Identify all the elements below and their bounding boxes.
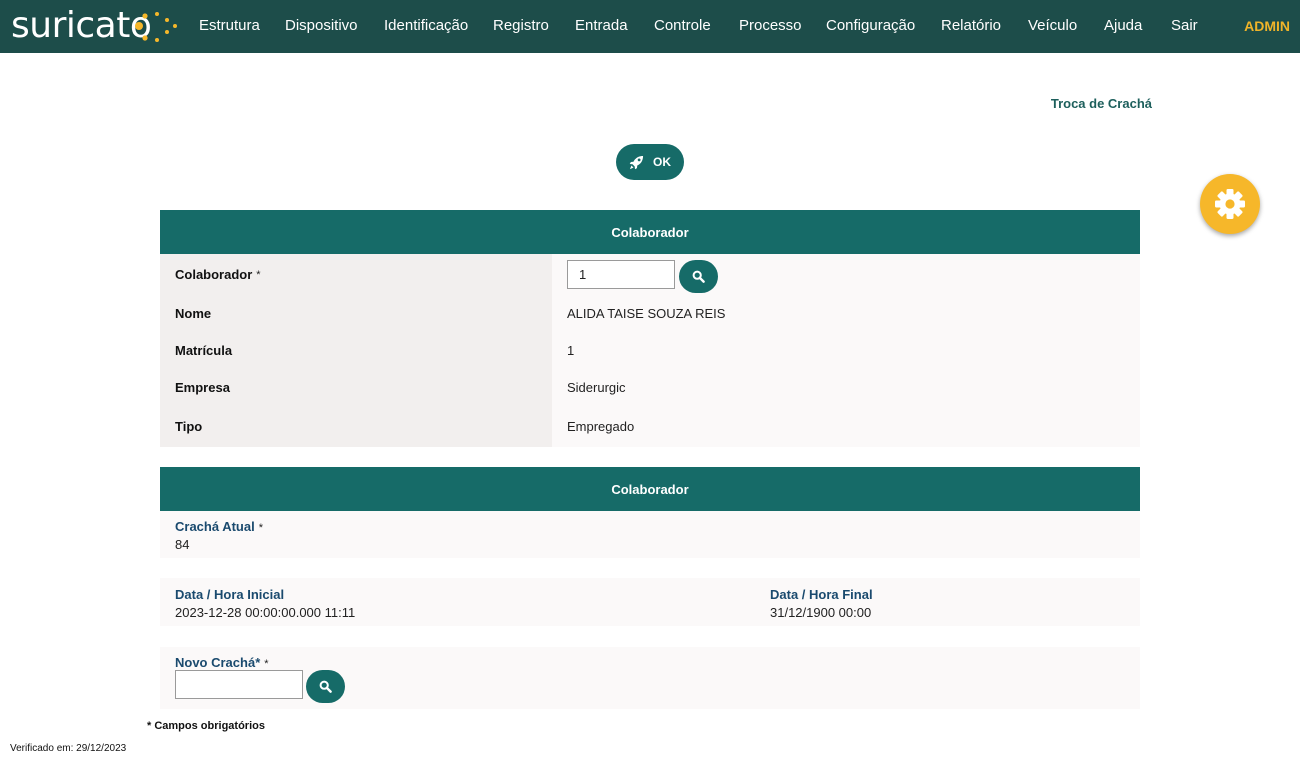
empresa-row: Empresa Siderurgic xyxy=(160,369,1140,406)
colaborador-search-button[interactable] xyxy=(679,260,718,293)
novo-cracha-label: Novo Crachá* * xyxy=(175,655,269,670)
empresa-label: Empresa xyxy=(160,369,552,406)
required-marker: * xyxy=(258,522,263,534)
cracha-atual-label: Crachá Atual * xyxy=(175,519,263,534)
empresa-value: Siderurgic xyxy=(552,369,1140,406)
nav-item-relatorio[interactable]: Relatório xyxy=(941,17,1001,34)
nav-item-dispositivo[interactable]: Dispositivo xyxy=(285,17,358,34)
nav-item-sair[interactable]: Sair xyxy=(1171,17,1198,34)
matricula-row: Matrícula 1 xyxy=(160,332,1140,369)
novo-cracha-search-button[interactable] xyxy=(306,670,345,703)
tipo-value: Empregado xyxy=(552,406,1140,447)
colaborador-label: Colaborador xyxy=(175,267,253,282)
nav-item-registro[interactable]: Registro xyxy=(493,17,549,34)
logo-dots-icon xyxy=(135,12,177,42)
ok-button-label: OK xyxy=(653,155,671,169)
cracha-atual-value: 84 xyxy=(175,537,190,552)
colaborador-row: Colaborador * xyxy=(160,254,1140,295)
nome-value: ALIDA TAISE SOUZA REIS xyxy=(552,295,1140,332)
datas-block: Data / Hora Inicial 2023-12-28 00:00:00.… xyxy=(160,578,1140,626)
nav-item-configuracao[interactable]: Configuração xyxy=(826,17,915,34)
novo-cracha-label-text: Novo Crachá* xyxy=(175,655,261,670)
user-menu-admin[interactable]: ADMIN xyxy=(1244,18,1290,34)
required-marker: * xyxy=(264,658,269,670)
nav-item-veiculo[interactable]: Veículo xyxy=(1028,17,1077,34)
ok-button[interactable]: OK xyxy=(616,144,684,180)
colaborador-label-cell: Colaborador * xyxy=(160,254,552,295)
cracha-atual-label-text: Crachá Atual xyxy=(175,519,255,534)
nav-item-entrada[interactable]: Entrada xyxy=(575,17,628,34)
nav-item-estrutura[interactable]: Estrutura xyxy=(199,17,260,34)
matricula-value: 1 xyxy=(552,332,1140,369)
nav-item-identificacao[interactable]: Identificação xyxy=(384,17,468,34)
nome-row: Nome ALIDA TAISE SOUZA REIS xyxy=(160,295,1140,332)
nav-item-controle[interactable]: Controle xyxy=(654,17,711,34)
novo-cracha-input[interactable] xyxy=(175,670,303,699)
colaborador-panel-header: Colaborador xyxy=(160,210,1140,254)
nome-label: Nome xyxy=(160,295,552,332)
tipo-row: Tipo Empregado xyxy=(160,406,1140,447)
settings-fab[interactable] xyxy=(1200,174,1260,234)
data-final-value: 31/12/1900 00:00 xyxy=(770,605,872,620)
top-navigation-bar: suricato Estrutura Dispositivo Identific… xyxy=(0,0,1300,53)
gear-icon xyxy=(1215,189,1245,219)
matricula-label: Matrícula xyxy=(160,332,552,369)
page-title: Troca de Crachá xyxy=(1050,96,1152,111)
colaborador-input[interactable] xyxy=(567,260,675,289)
colaborador-value-cell xyxy=(552,254,1140,295)
suricato-logo[interactable]: suricato xyxy=(11,4,177,48)
data-inicial-label: Data / Hora Inicial xyxy=(175,587,285,602)
nav-item-processo[interactable]: Processo xyxy=(739,17,802,34)
search-icon xyxy=(692,270,705,283)
cracha-atual-block: Crachá Atual * 84 xyxy=(160,511,1140,558)
tipo-label: Tipo xyxy=(160,406,552,447)
rocket-icon xyxy=(629,155,644,169)
nav-item-ajuda[interactable]: Ajuda xyxy=(1104,17,1142,34)
search-icon xyxy=(319,680,332,693)
novo-cracha-block: Novo Crachá* * xyxy=(160,647,1140,709)
verified-date: Verificado em: 29/12/2023 xyxy=(10,743,127,754)
required-fields-note: * Campos obrigatórios xyxy=(147,720,265,732)
cracha-panel-header: Colaborador xyxy=(160,467,1140,511)
data-inicial-value: 2023-12-28 00:00:00.000 11:11 xyxy=(175,605,356,620)
required-marker: * xyxy=(256,268,261,281)
data-final-label: Data / Hora Final xyxy=(770,587,873,602)
